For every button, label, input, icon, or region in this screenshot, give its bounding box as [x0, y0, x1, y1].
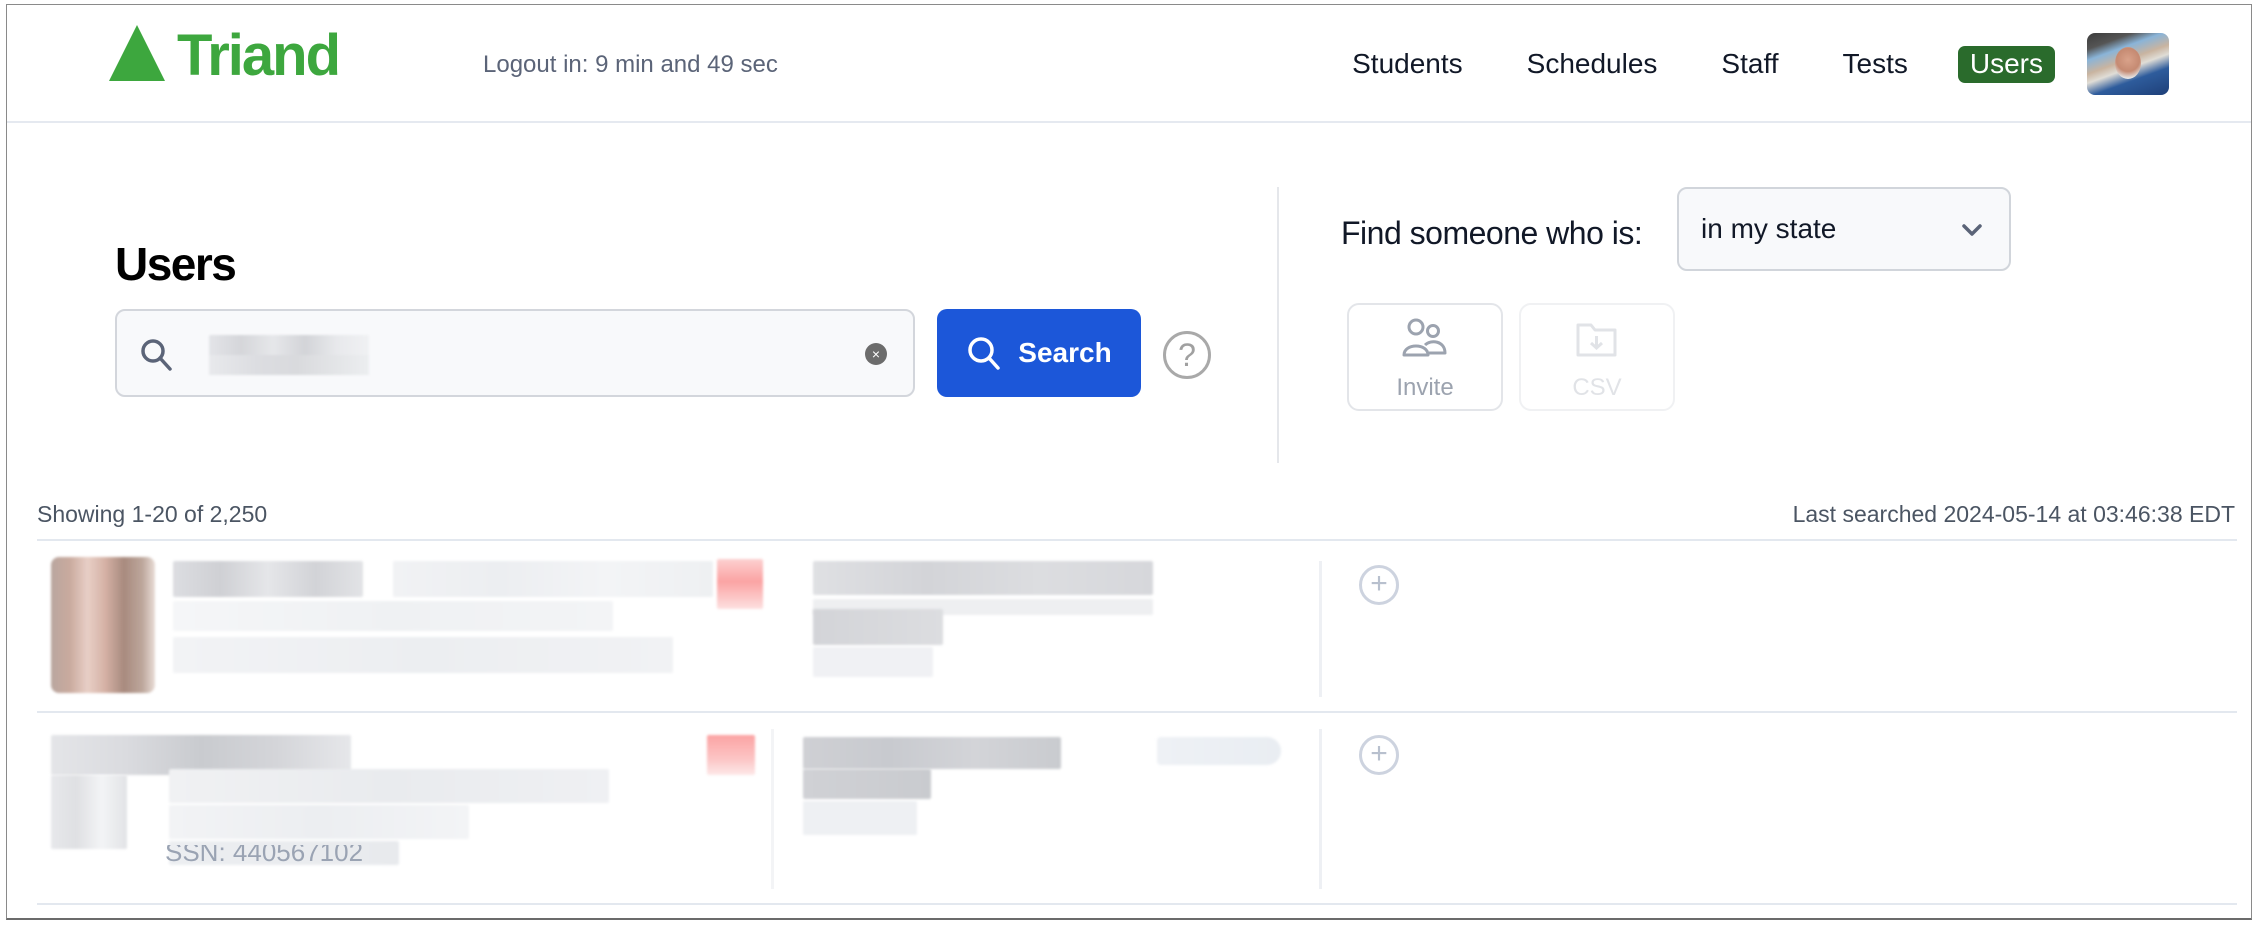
search-icon	[139, 337, 175, 378]
status-badge-redacted	[707, 735, 755, 775]
chevron-down-icon	[1961, 223, 1983, 242]
top-header: Triand Logout in: 9 min and 49 sec Stude…	[7, 5, 2251, 123]
user-org-detail-redacted	[803, 801, 917, 835]
search-button[interactable]: Search	[937, 309, 1141, 397]
invite-label: Invite	[1396, 374, 1454, 401]
logo-triangle-icon	[109, 25, 165, 81]
user-name-redacted	[173, 561, 363, 597]
clear-search-icon[interactable]: ×	[865, 343, 887, 365]
scope-select-value: in my state	[1701, 213, 1837, 244]
add-circle-icon[interactable]: +	[1359, 735, 1399, 775]
ssn-partial-text: SSN: 440567102	[165, 845, 364, 867]
add-circle-icon[interactable]: +	[1359, 565, 1399, 605]
invite-button[interactable]: Invite	[1347, 303, 1503, 411]
app-window: Triand Logout in: 9 min and 49 sec Stude…	[6, 4, 2252, 920]
user-detail-line-redacted	[169, 805, 469, 839]
user-avatar[interactable]	[2087, 33, 2169, 95]
results-divider	[37, 539, 2237, 541]
user-org-redacted	[803, 769, 931, 799]
search-input-value-redacted	[209, 335, 369, 375]
user-email-redacted	[169, 769, 609, 803]
folder-download-icon	[1521, 317, 1673, 366]
search-input[interactable]: ×	[115, 309, 915, 397]
user-photo-redacted	[51, 557, 155, 693]
user-detail-line-redacted	[173, 601, 613, 631]
section-divider	[1277, 187, 1279, 463]
brand-name: Triand	[177, 23, 341, 88]
user-email-redacted	[393, 561, 713, 597]
find-someone-label: Find someone who is:	[1341, 215, 1643, 251]
nav-students[interactable]: Students	[1352, 48, 1463, 80]
page-title: Users	[115, 238, 237, 290]
user-org-redacted	[813, 609, 943, 645]
search-button-label: Search	[1018, 337, 1112, 368]
user-detail-line-redacted	[173, 637, 673, 673]
column-divider	[1319, 729, 1322, 889]
help-icon[interactable]: ?	[1163, 331, 1211, 379]
user-photo-placeholder-redacted	[51, 775, 127, 849]
nav-tests[interactable]: Tests	[1843, 48, 1908, 80]
row-divider	[37, 903, 2237, 905]
column-divider	[771, 729, 774, 889]
nav-schedules[interactable]: Schedules	[1527, 48, 1658, 80]
main-nav: Students Schedules Staff Tests Users	[1352, 33, 2251, 95]
user-role-redacted	[813, 561, 1153, 595]
users-icon	[1349, 317, 1501, 366]
logout-timer: Logout in: 9 min and 49 sec	[483, 51, 778, 78]
scope-select[interactable]: in my state	[1677, 187, 2011, 271]
user-role-redacted	[803, 737, 1061, 769]
csv-export-button[interactable]: CSV	[1519, 303, 1675, 411]
triand-logo[interactable]: Triand	[109, 25, 341, 85]
status-badge-redacted	[717, 559, 763, 609]
results-count: Showing 1-20 of 2,250	[37, 501, 268, 527]
last-searched-timestamp: Last searched 2024-05-14 at 03:46:38 EDT	[1792, 501, 2235, 527]
row-divider	[37, 711, 2237, 713]
search-icon	[968, 337, 1001, 370]
column-divider	[1319, 561, 1322, 697]
nav-users[interactable]: Users	[1957, 45, 2055, 83]
user-org-detail-redacted	[813, 647, 933, 677]
nav-staff[interactable]: Staff	[1721, 48, 1778, 80]
csv-label: CSV	[1572, 374, 1622, 401]
tag-redacted	[1157, 737, 1281, 765]
